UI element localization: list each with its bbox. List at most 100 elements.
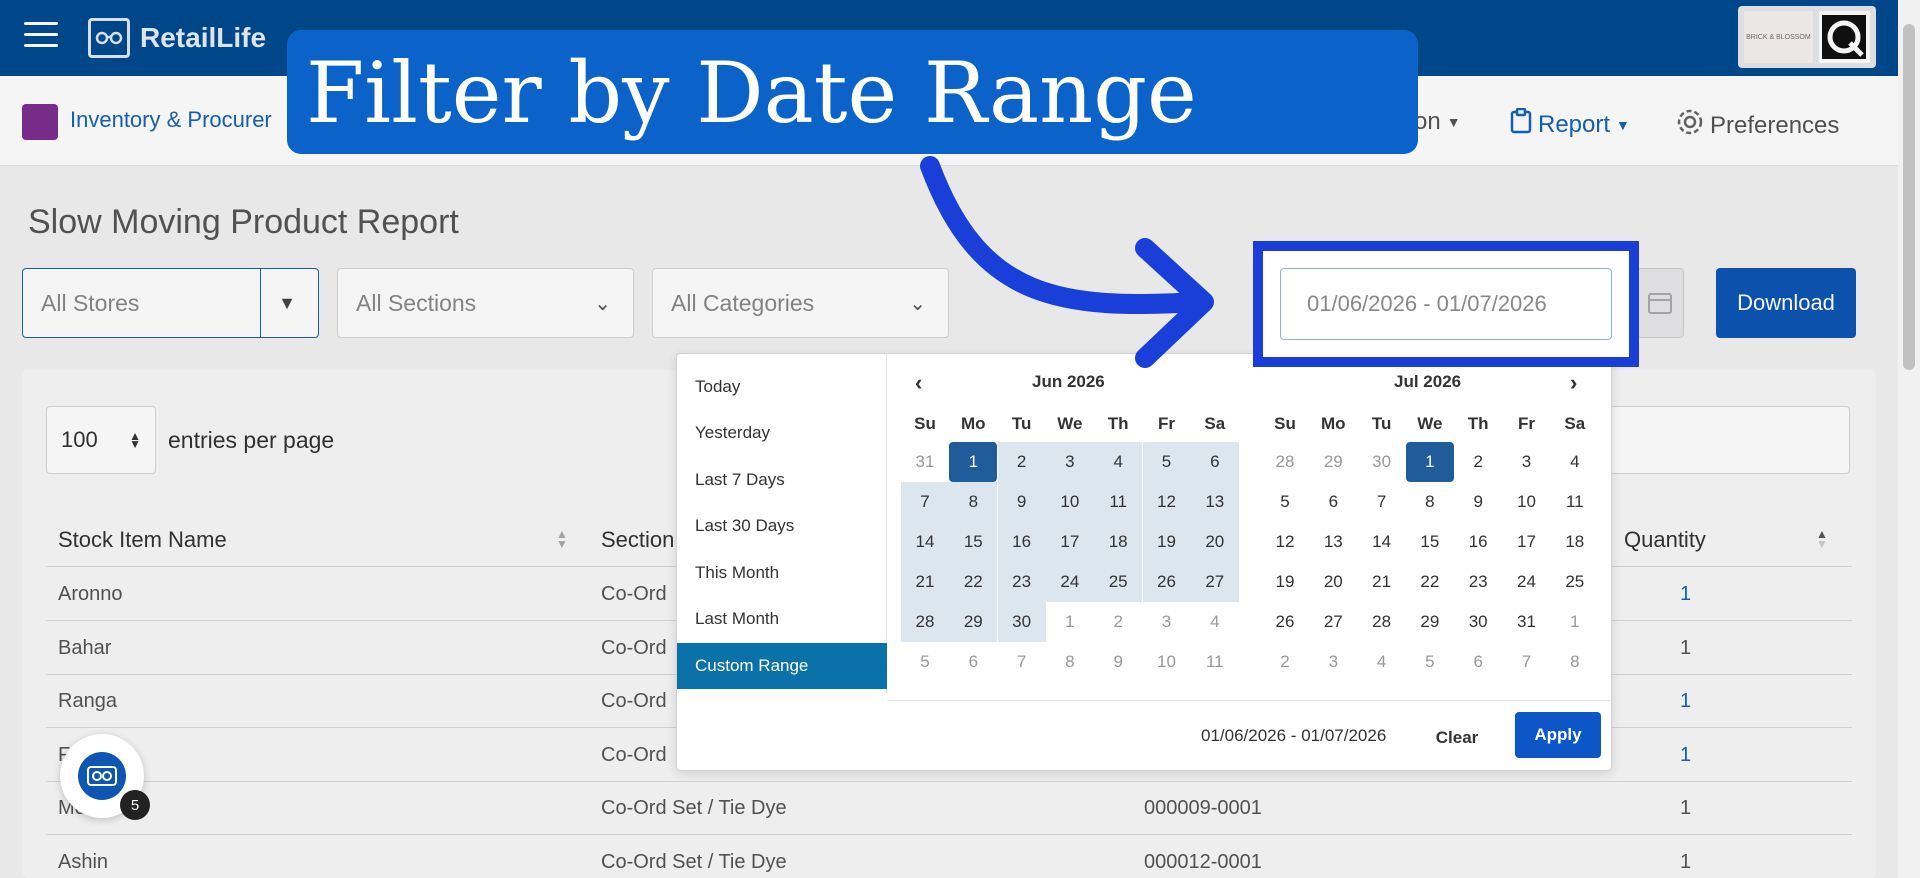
calendar-day[interactable]: 10 <box>1143 642 1191 682</box>
calendar-day[interactable]: 11 <box>1191 642 1239 682</box>
calendar-day[interactable]: 21 <box>901 562 949 602</box>
calendar-day[interactable]: 8 <box>1551 642 1599 682</box>
calendar-day[interactable]: 8 <box>949 482 998 522</box>
scrollbar-thumb[interactable] <box>1903 24 1915 370</box>
range-today[interactable]: Today <box>677 364 887 410</box>
clear-button[interactable]: Clear <box>1425 716 1489 760</box>
calendar-day[interactable]: 26 <box>1261 602 1309 642</box>
calendar-day[interactable]: 28 <box>1358 602 1406 642</box>
calendar-day[interactable]: 11 <box>1551 482 1599 522</box>
calendar-day[interactable]: 4 <box>1191 602 1239 642</box>
prev-month-icon[interactable]: ‹ <box>915 370 922 396</box>
calendar-day[interactable]: 24 <box>1503 562 1551 602</box>
calendar-day[interactable]: 8 <box>1046 642 1094 682</box>
calendar-day[interactable]: 13 <box>1190 482 1239 522</box>
calendar-day[interactable]: 4 <box>1094 442 1143 482</box>
calendar-day[interactable]: 15 <box>949 522 998 562</box>
range-this-month[interactable]: This Month <box>677 550 887 596</box>
calendar-day[interactable]: 28 <box>901 602 949 642</box>
calendar-day[interactable]: 23 <box>1454 562 1502 602</box>
calendar-day[interactable]: 30 <box>1358 442 1406 482</box>
range-last-7-days[interactable]: Last 7 Days <box>677 457 887 503</box>
calendar-day[interactable]: 25 <box>1551 562 1599 602</box>
calendar-day[interactable]: 11 <box>1094 482 1143 522</box>
apply-button[interactable]: Apply <box>1515 712 1601 758</box>
calendar-day[interactable]: 6 <box>1190 442 1239 482</box>
calendar-day[interactable]: 13 <box>1309 522 1357 562</box>
range-last-month[interactable]: Last Month <box>677 596 887 642</box>
calendar-day[interactable]: 31 <box>1503 602 1551 642</box>
calendar-day[interactable]: 30 <box>997 602 1046 642</box>
calendar-day[interactable]: 6 <box>1309 482 1357 522</box>
calendar-day[interactable]: 9 <box>1454 482 1502 522</box>
calendar-day[interactable]: 2 <box>1094 602 1142 642</box>
weekday-header: Sa <box>1564 414 1586 433</box>
calendar-day[interactable]: 16 <box>997 522 1046 562</box>
calendar-day[interactable]: 5 <box>901 642 949 682</box>
calendar-day[interactable]: 3 <box>1143 602 1191 642</box>
calendar-day[interactable]: 5 <box>1261 482 1309 522</box>
calendar-day[interactable]: 2 <box>1454 442 1502 482</box>
calendar-day[interactable]: 20 <box>1309 562 1357 602</box>
calendar-day[interactable]: 10 <box>1503 482 1551 522</box>
calendar-day[interactable]: 14 <box>1358 522 1406 562</box>
calendar-day[interactable]: 27 <box>1309 602 1357 642</box>
calendar-day[interactable]: 14 <box>901 522 949 562</box>
calendar-day[interactable]: 2 <box>997 442 1046 482</box>
calendar-day[interactable]: 10 <box>1045 482 1094 522</box>
calendar-day[interactable]: 27 <box>1190 562 1239 602</box>
calendar-day[interactable]: 5 <box>1142 442 1191 482</box>
calendar-day[interactable]: 30 <box>1454 602 1502 642</box>
date-range-picker: Today Yesterday Last 7 Days Last 30 Days… <box>676 353 1613 771</box>
calendar-day[interactable]: 4 <box>1551 442 1599 482</box>
calendar-day[interactable]: 12 <box>1142 482 1191 522</box>
calendar-day[interactable]: 29 <box>1406 602 1454 642</box>
calendar-day[interactable]: 1 <box>1046 602 1094 642</box>
calendar-day[interactable]: 26 <box>1142 562 1191 602</box>
calendar-day[interactable]: 7 <box>1358 482 1406 522</box>
calendar-day[interactable]: 15 <box>1406 522 1454 562</box>
calendar-day[interactable]: 18 <box>1551 522 1599 562</box>
calendar-day[interactable]: 25 <box>1094 562 1143 602</box>
calendar-day[interactable]: 9 <box>997 482 1046 522</box>
calendar-day[interactable]: 12 <box>1261 522 1309 562</box>
widget-logo-icon[interactable] <box>78 752 126 800</box>
next-month-icon[interactable]: › <box>1570 370 1577 396</box>
date-range-input[interactable]: 01/06/2026 - 01/07/2026 <box>1280 268 1612 340</box>
calendar-day[interactable]: 6 <box>949 642 997 682</box>
calendar-day[interactable]: 29 <box>949 602 998 642</box>
calendar-day[interactable]: 22 <box>1406 562 1454 602</box>
calendar-day[interactable]: 1 <box>949 442 998 482</box>
calendar-day[interactable]: 29 <box>1309 442 1357 482</box>
calendar-day[interactable]: 19 <box>1142 522 1191 562</box>
calendar-day[interactable]: 16 <box>1454 522 1502 562</box>
calendar-day[interactable]: 5 <box>1406 642 1454 682</box>
calendar-day[interactable]: 24 <box>1045 562 1094 602</box>
range-custom[interactable]: Custom Range <box>677 643 887 689</box>
range-last-30-days[interactable]: Last 30 Days <box>677 503 887 549</box>
calendar-day[interactable]: 31 <box>901 442 949 482</box>
calendar-day[interactable]: 23 <box>997 562 1046 602</box>
calendar-day[interactable]: 2 <box>1261 642 1309 682</box>
calendar-day[interactable]: 17 <box>1045 522 1094 562</box>
calendar-day[interactable]: 3 <box>1045 442 1094 482</box>
calendar-day[interactable]: 6 <box>1454 642 1502 682</box>
calendar-day[interactable]: 28 <box>1261 442 1309 482</box>
calendar-day[interactable]: 21 <box>1358 562 1406 602</box>
calendar-day[interactable]: 1 <box>1551 602 1599 642</box>
calendar-day[interactable]: 1 <box>1405 442 1454 482</box>
calendar-day[interactable]: 18 <box>1094 522 1143 562</box>
calendar-day[interactable]: 3 <box>1309 642 1357 682</box>
calendar-day[interactable]: 7 <box>1503 642 1551 682</box>
calendar-day[interactable]: 9 <box>1094 642 1142 682</box>
calendar-day[interactable]: 19 <box>1261 562 1309 602</box>
calendar-day[interactable]: 22 <box>949 562 998 602</box>
calendar-day[interactable]: 7 <box>901 482 949 522</box>
calendar-day[interactable]: 4 <box>1358 642 1406 682</box>
calendar-day[interactable]: 20 <box>1190 522 1239 562</box>
calendar-day[interactable]: 17 <box>1503 522 1551 562</box>
range-yesterday[interactable]: Yesterday <box>677 410 887 456</box>
calendar-day[interactable]: 8 <box>1406 482 1454 522</box>
calendar-day[interactable]: 3 <box>1503 442 1551 482</box>
calendar-day[interactable]: 7 <box>998 642 1046 682</box>
